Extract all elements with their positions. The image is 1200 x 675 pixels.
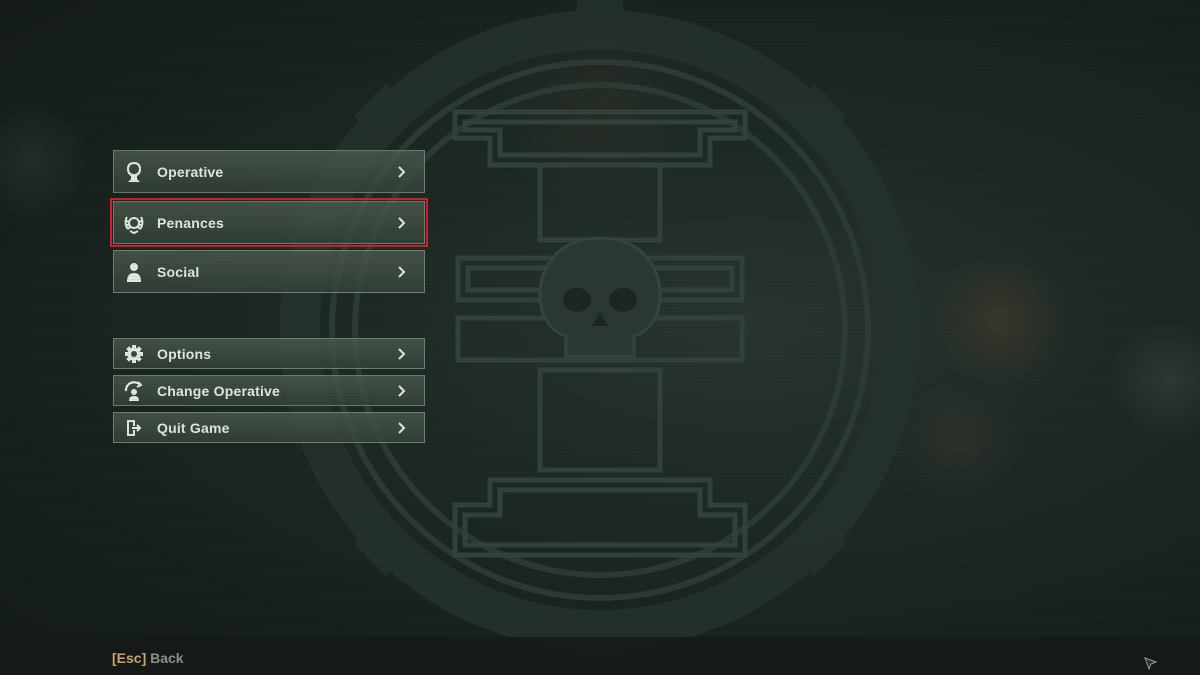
operative-bust-icon bbox=[123, 161, 145, 183]
quit-game-label: Quit Game bbox=[157, 419, 230, 436]
laurel-wreath-icon bbox=[123, 212, 145, 234]
back-hint[interactable]: [Esc] Back bbox=[112, 650, 184, 666]
esc-key-label: [Esc] bbox=[112, 650, 147, 666]
person-icon bbox=[123, 261, 145, 283]
change-operative-label: Change Operative bbox=[157, 382, 281, 399]
chevron-right-icon bbox=[398, 265, 406, 278]
exit-door-icon bbox=[123, 417, 145, 439]
options-label: Options bbox=[157, 345, 212, 362]
penances-label: Penances bbox=[157, 214, 224, 231]
penances-button[interactable]: Penances bbox=[110, 198, 428, 247]
back-label: Back bbox=[150, 650, 184, 666]
footer-bar: [Esc] Back bbox=[0, 637, 1200, 675]
operative-button[interactable]: Operative bbox=[113, 150, 425, 193]
options-button[interactable]: Options bbox=[113, 338, 425, 369]
chevron-right-icon bbox=[398, 216, 406, 229]
mouse-cursor-icon bbox=[1144, 657, 1158, 671]
social-label: Social bbox=[157, 263, 200, 280]
chevron-right-icon bbox=[398, 165, 406, 178]
chevron-right-icon bbox=[398, 421, 406, 434]
social-button[interactable]: Social bbox=[113, 250, 425, 293]
chevron-right-icon bbox=[398, 347, 406, 360]
quit-game-button[interactable]: Quit Game bbox=[113, 412, 425, 443]
change-operative-button[interactable]: Change Operative bbox=[113, 375, 425, 406]
chevron-right-icon bbox=[398, 384, 406, 397]
operative-label: Operative bbox=[157, 163, 224, 180]
swap-operative-icon bbox=[123, 380, 145, 402]
pause-menu-screen: Operative Penances Social Options Change… bbox=[0, 0, 1200, 675]
gear-icon bbox=[123, 343, 145, 365]
